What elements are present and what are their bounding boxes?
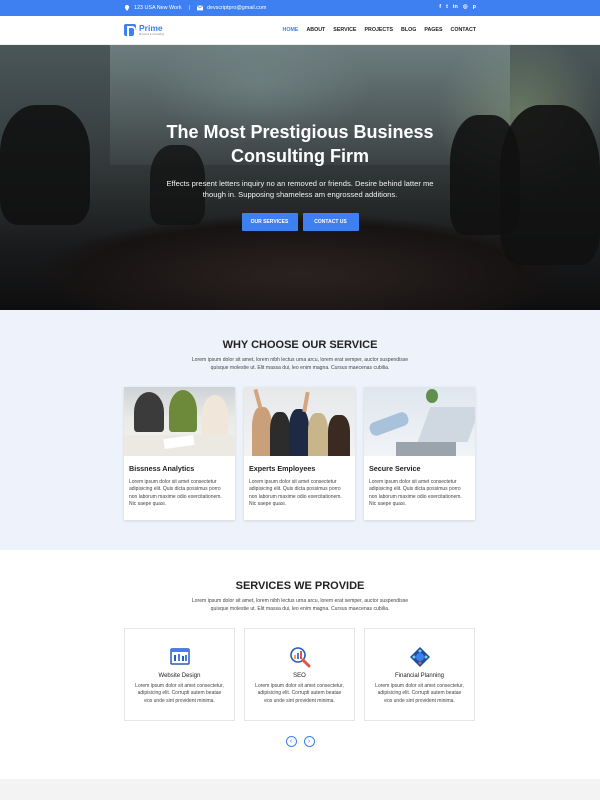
card-title: Secure Service (369, 464, 421, 473)
carousel-prev-button[interactable]: ‹ (285, 736, 297, 747)
email-link[interactable]: devscriptpro@gmail.com (207, 5, 266, 11)
employees-photo (244, 387, 355, 456)
secure-service-photo (364, 387, 475, 456)
service-text: Lorem ipsum dolor sit amet consectetur, … (255, 683, 344, 704)
financial-planning-icon (409, 646, 431, 668)
hero-title: The Most Prestigious Business Consulting … (0, 120, 600, 168)
hero-title-line2: Consulting Firm (231, 146, 369, 166)
card-title: Bissness Analytics (129, 464, 195, 473)
nav-item-home[interactable]: HOME (283, 27, 299, 33)
instagram-icon[interactable]: ◎ (463, 5, 468, 11)
top-bar: 123 USA New Work | devscriptpro@gmail.co… (0, 0, 600, 16)
facebook-icon[interactable]: f (439, 5, 441, 11)
top-bar-contact: 123 USA New Work | devscriptpro@gmail.co… (124, 5, 266, 11)
carousel-next-button[interactable]: › (303, 736, 315, 747)
twitter-icon[interactable]: t (446, 5, 448, 11)
service-card-website-design[interactable]: Website Design Lorem ipsum dolor sit ame… (124, 628, 235, 721)
hero-banner: The Most Prestigious Business Consulting … (0, 45, 600, 310)
card-text: Lorem ipsum dolor sit amet consectetur a… (369, 479, 462, 507)
nav-menu: HOME ABOUT SERVICE PROJECTS BLOG PAGES C… (283, 27, 476, 33)
main-navbar: Prime Business & Consulting HOME ABOUT S… (0, 16, 600, 45)
location-icon (124, 5, 130, 11)
logo[interactable]: Prime Business & Consulting (124, 23, 165, 38)
services-section-title: SERVICES WE PROVIDE (235, 580, 365, 592)
analytics-photo (124, 387, 235, 456)
nav-item-projects[interactable]: PROJECTS (364, 27, 393, 33)
nav-item-pages[interactable]: PAGES (424, 27, 442, 33)
hero-title-line1: The Most Prestigious Business (166, 122, 434, 142)
website-design-icon (169, 646, 191, 668)
address-text: 123 USA New Work (134, 5, 182, 11)
linkedin-icon[interactable]: in (453, 5, 458, 11)
carousel-controls: ‹ › (0, 736, 600, 747)
logo-name: Prime (139, 23, 163, 33)
why-section-title: WHY CHOOSE OUR SERVICE (222, 339, 378, 351)
service-title: Financial Planning (394, 673, 445, 679)
service-title: SEO (293, 673, 306, 679)
service-title: Website Design (158, 673, 201, 679)
hero-description: Effects present letters inquiry no an re… (166, 179, 434, 199)
nav-item-contact[interactable]: CONTACT (451, 27, 477, 33)
card-text: Lorem ipsum dolor sit amet consectetur a… (129, 479, 222, 507)
separator: | (188, 5, 190, 11)
service-card-financial-planning[interactable]: Financial Planning Lorem ipsum dolor sit… (364, 628, 475, 721)
nav-item-blog[interactable]: BLOG (401, 27, 416, 33)
feature-card-employees[interactable]: Experts Employees Lorem ipsum dolor sit … (244, 387, 355, 520)
our-services-button[interactable]: OUR SERVICES (241, 213, 298, 231)
logo-tagline: Business & Consulting (139, 32, 165, 36)
contact-us-button[interactable]: CONTACT US (302, 213, 359, 231)
feature-card-analytics[interactable]: Bissness Analytics Lorem ipsum dolor sit… (124, 387, 235, 520)
service-text: Lorem ipsum dolor sit amet consectetur, … (375, 683, 464, 704)
why-section-subtitle: Lorem ipsum dolor sit amet, lorem nibh l… (191, 357, 409, 371)
feature-card-secure[interactable]: Secure Service Lorem ipsum dolor sit ame… (364, 387, 475, 520)
nav-item-about[interactable]: ABOUT (306, 27, 325, 33)
email-icon (196, 5, 203, 11)
seo-magnifier-icon (289, 646, 311, 668)
footer-band (0, 779, 600, 800)
pinterest-icon[interactable]: p (473, 5, 476, 11)
card-text: Lorem ipsum dolor sit amet consectetur a… (249, 479, 342, 507)
service-card-seo[interactable]: SEO Lorem ipsum dolor sit amet consectet… (244, 628, 355, 721)
social-links: f t in ◎ p (439, 5, 476, 11)
card-title: Experts Employees (249, 464, 316, 473)
nav-item-service[interactable]: SERVICE (333, 27, 356, 33)
service-text: Lorem ipsum dolor sit amet consectetur, … (135, 683, 224, 704)
logo-mark-icon (124, 24, 136, 38)
services-section-subtitle: Lorem ipsum dolor sit amet, lorem nibh l… (191, 598, 409, 612)
